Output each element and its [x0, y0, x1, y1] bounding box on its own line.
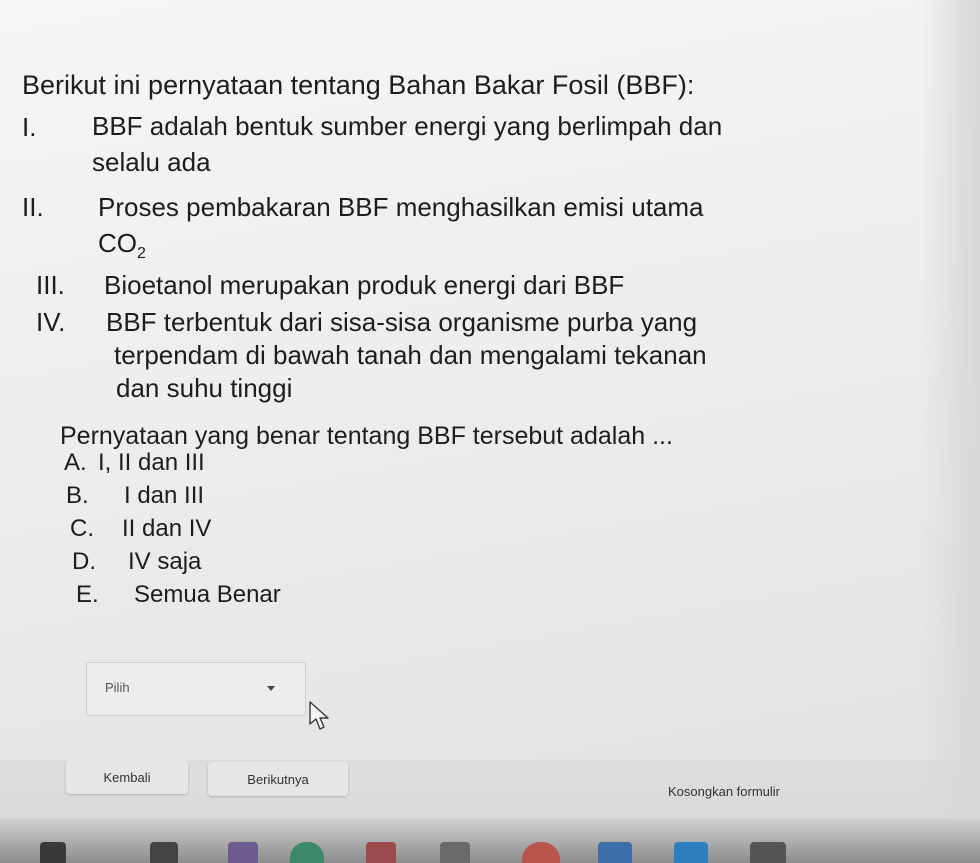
co2-formula: CO2	[98, 225, 704, 266]
option-d-text: IV saja	[128, 548, 202, 575]
taskbar-icon-8	[598, 842, 632, 863]
option-a: A. I, II dan III	[64, 448, 205, 478]
statement-2-number: II.	[22, 192, 44, 222]
option-c: C. II dan IV	[70, 514, 211, 544]
formula-subscript: 2	[137, 245, 146, 262]
option-a-letter: A.	[64, 449, 87, 476]
question-intro: Berikut ini pernyataan tentang Bahan Bak…	[22, 70, 695, 100]
chevron-down-icon	[267, 686, 275, 691]
next-button[interactable]: Berikutnya	[208, 762, 348, 796]
option-d-letter: D.	[72, 548, 96, 575]
statement-4-line-3: dan suhu tinggi	[116, 373, 293, 403]
option-c-text: II dan IV	[122, 515, 212, 542]
statement-3-text: Bioetanol merupakan produk energi dari B…	[104, 267, 624, 303]
statement-4-number: IV.	[36, 307, 66, 337]
dropdown-placeholder: Pilih	[105, 680, 130, 695]
statement-2-line-1: Proses pembakaran BBF menghasilkan emisi…	[98, 192, 704, 222]
option-e: E. Semua Benar	[76, 580, 281, 610]
statement-4-line-2: terpendam di bawah tanah dan mengalami t…	[114, 340, 707, 370]
option-b-text: I dan III	[124, 482, 205, 509]
next-button-label: Berikutnya	[247, 771, 309, 787]
taskbar-icon-2	[150, 842, 178, 863]
statement-1-line-1: BBF adalah bentuk sumber energi yang ber…	[92, 111, 723, 141]
option-b-letter: B.	[66, 482, 89, 509]
option-e-letter: E.	[76, 581, 99, 608]
back-button[interactable]: Kembali	[66, 760, 188, 794]
mouse-cursor-icon	[309, 701, 329, 730]
option-b: B. I dan III	[66, 481, 204, 511]
taskbar-icon-10	[750, 842, 786, 863]
statement-1-number: I.	[22, 112, 37, 142]
taskbar-icon-3	[228, 842, 258, 863]
answer-dropdown[interactable]: Pilih	[86, 662, 306, 716]
formula-main: CO	[98, 228, 137, 258]
option-e-text: Semua Benar	[134, 581, 281, 608]
taskbar-icon-6	[440, 842, 470, 863]
option-a-text: I, II dan III	[98, 449, 205, 476]
clear-form-link[interactable]: Kosongkan formulir	[668, 784, 780, 799]
taskbar-icon-5	[366, 842, 396, 863]
statement-2-text: Proses pembakaran BBF menghasilkan emisi…	[98, 189, 704, 266]
statement-4-text: BBF terbentuk dari sisa-sisa organisme p…	[106, 306, 707, 405]
statement-1-line-2: selalu ada	[92, 147, 211, 177]
taskbar-icon-1	[40, 842, 66, 863]
option-d: D. IV saja	[72, 547, 201, 577]
back-button-label: Kembali	[103, 769, 151, 785]
taskbar-icon-9	[674, 842, 708, 863]
option-c-letter: C.	[70, 515, 94, 542]
statement-3-number: III.	[36, 270, 65, 300]
statement-1-text: BBF adalah bentuk sumber energi yang ber…	[92, 108, 722, 180]
statement-3-line-1: Bioetanol merupakan produk energi dari B…	[104, 270, 625, 300]
taskbar-strip	[0, 818, 980, 863]
statement-4-line-1: BBF terbentuk dari sisa-sisa organisme p…	[106, 307, 698, 337]
screen-edge-shade	[920, 0, 980, 820]
